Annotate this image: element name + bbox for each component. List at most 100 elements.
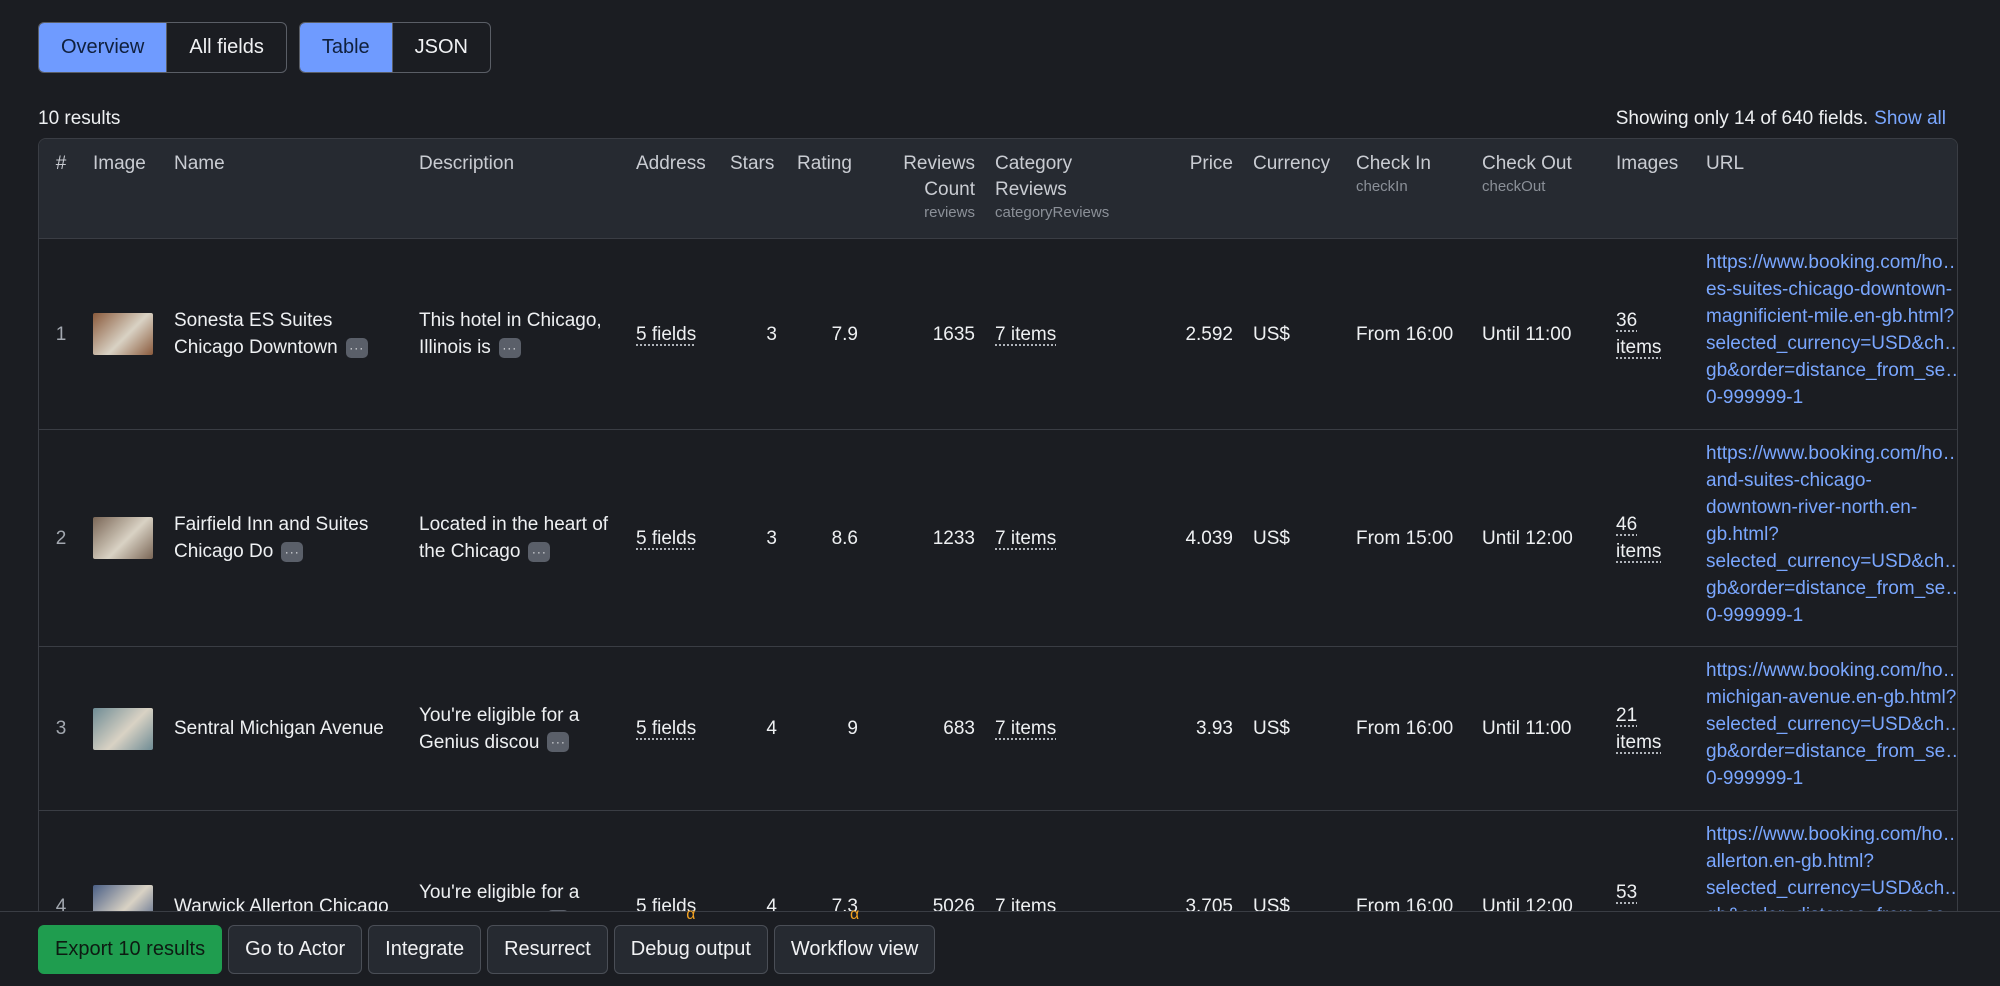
url-line: gb&order=distance_from_se… [1706,741,1958,762]
url-cell[interactable]: https://www.booking.com/ho… es-suites-chi… [1696,239,1958,429]
url-cell[interactable]: https://www.booking.com/ho… and-suites-ch… [1696,430,1958,646]
checkout-cell: Until 12:00 [1482,527,1573,549]
export-results-button[interactable]: Export 10 results [38,924,223,974]
resurrect-button[interactable]: Resurrect [487,924,608,974]
currency-cell: US$ [1253,718,1290,739]
images-items-link[interactable]: 46 items [1616,511,1676,565]
stars-cell: 4 [766,895,777,917]
checkin-cell: From 16:00 [1356,718,1454,739]
workflow-view-label: Workflow view [790,937,919,960]
category-reviews-cell: 7 items [985,647,1151,810]
currency-cell: US$ [1253,527,1290,549]
debug-output-button[interactable]: α Debug output [613,906,768,974]
show-all-link[interactable]: Show all [1874,108,1946,129]
go-to-actor-button[interactable]: Go to Actor [228,924,363,974]
images-cell: 53 items [1606,811,1696,917]
images-items-link[interactable]: 21 items [1616,702,1676,756]
url-line: selected_currency=USD&ch… [1706,714,1958,735]
col-header-checkin-key: checkIn [1356,178,1408,195]
table-header: # Image Name Description Address Stars R… [39,139,1957,239]
hotel-thumbnail[interactable] [93,707,153,750]
reviews-count-cell: 5026 [932,895,975,917]
view-mode-toggle: Overview All fields [38,22,287,73]
tab-json[interactable]: JSON [391,23,490,72]
hotel-description: Located in the heart of the Chicago [419,514,609,562]
tab-overview[interactable]: Overview [39,23,167,72]
category-reviews-link[interactable]: 7 items [995,715,1056,742]
url-cell[interactable]: https://www.booking.com/ho… allerton.en-g… [1696,811,1958,917]
results-table: # Image Name Description Address Stars R… [38,138,1958,918]
row-number: 2 [55,527,67,549]
expand-description-icon[interactable]: ··· [498,337,521,358]
category-reviews-cell: 7 items [985,430,1151,646]
currency-cell: US$ [1253,323,1290,345]
rating-cell: 8.6 [831,527,858,549]
col-header-image: Image [93,153,146,174]
fields-info: Showing only 14 of 640 fields. Show all [1616,108,1946,130]
hotel-thumbnail-cell [83,811,164,917]
col-header-checkin: Check In checkIn [1346,139,1472,238]
price-cell: 2.592 [1185,323,1233,345]
workflow-view-button[interactable]: α Workflow view [773,906,936,974]
col-header-stars: Stars [730,153,775,174]
tab-all-fields[interactable]: All fields [166,23,285,72]
col-header-currency: Currency [1253,153,1331,174]
address-fields-link[interactable]: 5 fields [636,321,696,348]
reviews-count-cell: 683 [943,718,975,739]
col-header-description: Description [419,153,515,174]
url-line: and-suites-chicago- [1706,470,1872,491]
stars-cell: 3 [766,323,777,345]
url-line: michigan-avenue.en-gb.html? [1706,687,1957,708]
hotel-thumbnail[interactable] [93,313,153,355]
stars-cell: 3 [766,527,777,549]
hotel-thumbnail[interactable] [93,517,153,559]
images-cell: 21 items [1606,647,1696,810]
expand-description-icon[interactable]: ··· [547,732,570,753]
address-fields-link[interactable]: 5 fields [636,715,696,742]
url-cell[interactable]: https://www.booking.com/ho… michigan-aven… [1696,647,1958,810]
url-line: gb.html? [1706,524,1779,545]
col-header-rating: Rating [797,153,852,174]
alpha-badge: α [686,905,696,923]
col-header-checkout: Check Out checkOut [1472,139,1606,238]
tab-table[interactable]: Table [299,23,392,72]
url-line: selected_currency=USD&ch… [1706,551,1958,572]
row-number: 1 [55,323,67,345]
integrate-button[interactable]: Integrate [368,924,482,974]
currency-cell: US$ [1253,895,1290,917]
expand-description-icon[interactable]: ··· [528,541,551,562]
hotel-thumbnail-cell [83,239,164,429]
category-reviews-link[interactable]: 7 items [995,525,1056,552]
url-line: downtown-river-north.en- [1706,497,1918,518]
url-line: selected_currency=USD&ch… [1706,878,1958,899]
images-items-link[interactable]: 36 items [1616,307,1676,361]
description-cell: Located in the heart of the Chicago ··· [409,430,626,646]
checkin-cell: From 16:00 [1356,895,1454,917]
table-row[interactable]: 2 Fairfield Inn and Suites Chicago Do ··· L… [39,430,1957,647]
table-row[interactable]: 3 Sentral Michigan Avenue You're eligible … [39,647,1957,811]
url-line: https://www.booking.com/ho… [1706,660,1958,681]
expand-name-icon[interactable]: ··· [345,337,368,358]
category-reviews-link[interactable]: 7 items [995,321,1056,348]
url-line: 0-999999-1 [1706,605,1804,626]
category-reviews-cell: 7 items [985,811,1151,917]
rating-cell: 9 [847,718,858,739]
col-header-checkin-label: Check In [1356,153,1431,174]
images-cell: 46 items [1606,430,1696,646]
address-fields-link[interactable]: 5 fields [636,525,696,552]
table-row[interactable]: 1 Sonesta ES Suites Chicago Downtown ··· Th… [39,239,1957,430]
hotel-name: Sentral Michigan Avenue [174,718,384,739]
col-header-checkout-label: Check Out [1482,153,1572,174]
checkout-cell: Until 11:00 [1482,323,1572,345]
url-line: gb&order=distance_from_se… [1706,360,1958,381]
url-line: allerton.en-gb.html? [1706,851,1874,872]
url-line: https://www.booking.com/ho… [1706,443,1958,464]
table-row[interactable]: 4 Warwick Allerton Chicago You're eligible… [39,811,1958,917]
col-header-name: Name [174,153,225,174]
col-header-url: URL [1706,153,1745,174]
description-cell: You're eligible for a Genius discou··· [409,811,626,917]
price-cell: 3.705 [1185,895,1233,917]
checkin-cell: From 16:00 [1356,323,1454,345]
col-header-reviews-key: reviews [924,204,975,221]
expand-name-icon[interactable]: ··· [281,541,304,562]
